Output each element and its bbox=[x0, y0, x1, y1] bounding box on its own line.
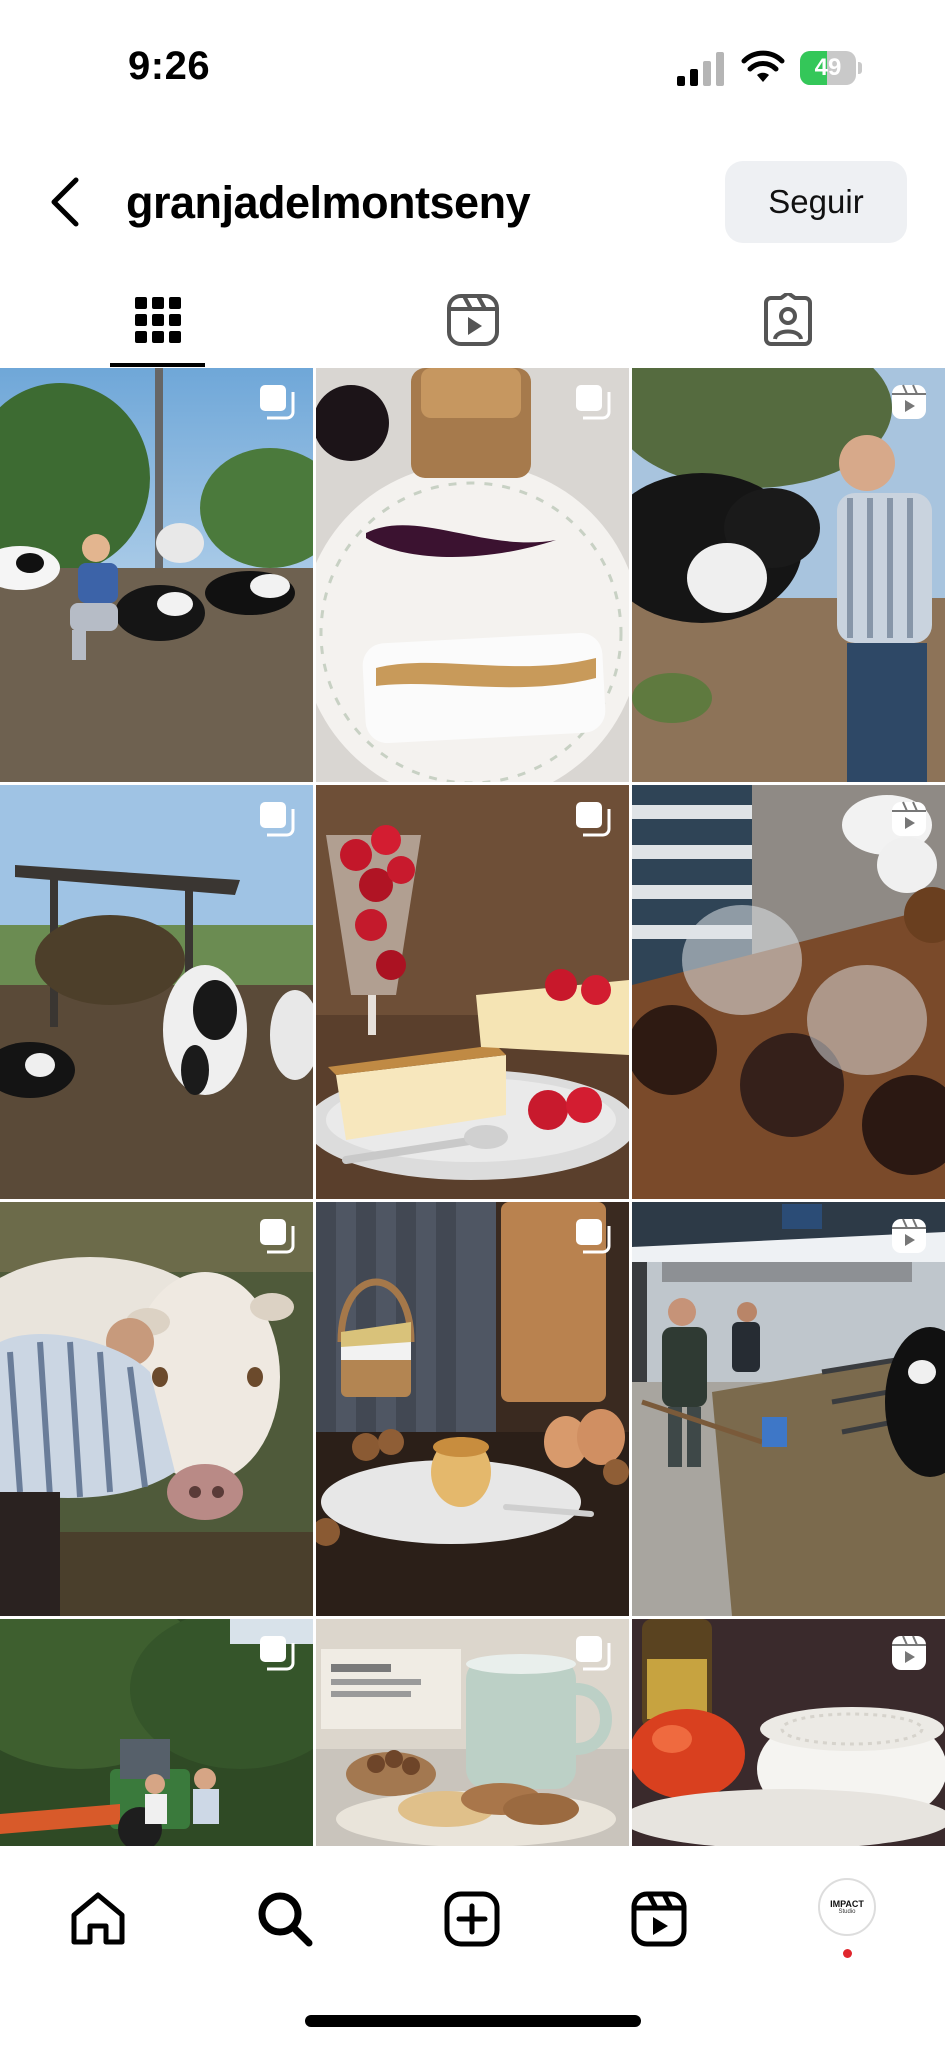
status-bar: 9:26 49 bbox=[0, 0, 945, 140]
post-thumbnail[interactable] bbox=[316, 1202, 629, 1616]
active-tab-indicator bbox=[110, 363, 205, 367]
post-image-barn-feeding bbox=[632, 1202, 945, 1616]
profile-avatar[interactable]: IMPACT Studio bbox=[818, 1878, 876, 1936]
post-image-cheesecake-strawberries bbox=[316, 785, 629, 1199]
post-image-chocolate-desserts bbox=[632, 785, 945, 1199]
multiple-photos-icon bbox=[576, 1219, 611, 1254]
post-thumbnail[interactable] bbox=[0, 1619, 313, 1846]
nav-new-post[interactable] bbox=[427, 1874, 517, 1964]
tab-posts-grid[interactable] bbox=[0, 272, 315, 367]
post-thumbnail[interactable] bbox=[632, 368, 945, 782]
post-thumbnail[interactable] bbox=[632, 1202, 945, 1616]
multiple-photos-icon bbox=[576, 802, 611, 837]
profile-username: granjadelmontseny bbox=[126, 177, 531, 228]
multiple-photos-icon bbox=[260, 1219, 295, 1254]
profile-tabs bbox=[0, 272, 945, 367]
nav-reels[interactable] bbox=[614, 1874, 704, 1964]
reels-icon bbox=[631, 1891, 687, 1947]
battery-icon: 49 bbox=[800, 51, 862, 85]
post-image-man-with-white-cow bbox=[0, 1202, 313, 1616]
nav-search[interactable] bbox=[240, 1874, 330, 1964]
post-image-cow-in-barn bbox=[0, 785, 313, 1199]
post-thumbnail[interactable] bbox=[0, 1202, 313, 1616]
tab-tagged[interactable] bbox=[630, 272, 945, 367]
chevron-left-icon[interactable] bbox=[44, 172, 88, 232]
reels-icon bbox=[892, 1635, 926, 1670]
grid-icon bbox=[134, 296, 181, 343]
post-thumbnail[interactable] bbox=[316, 785, 629, 1199]
multiple-photos-icon bbox=[260, 802, 295, 837]
post-thumbnail[interactable] bbox=[316, 1619, 629, 1846]
multiple-photos-icon bbox=[260, 385, 295, 420]
post-image-man-with-cow bbox=[632, 368, 945, 782]
nav-home[interactable] bbox=[53, 1874, 143, 1964]
search-icon bbox=[258, 1892, 313, 1947]
wifi-icon bbox=[741, 50, 785, 82]
reels-icon bbox=[446, 293, 499, 346]
post-image-cheese-with-jam bbox=[316, 368, 629, 782]
multiple-photos-icon bbox=[576, 385, 611, 420]
post-thumbnail[interactable] bbox=[0, 785, 313, 1199]
post-thumbnail[interactable] bbox=[632, 785, 945, 1199]
tab-reels[interactable] bbox=[315, 272, 630, 367]
home-icon bbox=[71, 1892, 125, 1945]
home-indicator bbox=[305, 2015, 641, 2027]
avatar-brand-subtext: Studio bbox=[838, 1908, 856, 1915]
posts-grid bbox=[0, 368, 945, 1846]
notification-dot bbox=[843, 1949, 852, 1958]
post-image-flan-with-eggs bbox=[316, 1202, 629, 1616]
post-thumbnail[interactable] bbox=[0, 368, 313, 782]
profile-header: granjadelmontseny Seguir bbox=[0, 150, 945, 255]
tagged-icon bbox=[763, 292, 812, 346]
new-post-icon bbox=[444, 1891, 500, 1947]
post-thumbnail[interactable] bbox=[316, 368, 629, 782]
post-thumbnail[interactable] bbox=[632, 1619, 945, 1846]
cellular-signal-icon bbox=[677, 52, 724, 86]
status-time: 9:26 bbox=[128, 44, 211, 88]
post-image-farmer-with-cows bbox=[0, 368, 313, 782]
reels-icon bbox=[892, 384, 926, 419]
battery-percent: 49 bbox=[814, 54, 842, 81]
multiple-photos-icon bbox=[260, 1636, 295, 1671]
follow-button[interactable]: Seguir bbox=[725, 161, 907, 243]
multiple-photos-icon bbox=[576, 1636, 611, 1671]
avatar-brand-text: IMPACT bbox=[830, 1898, 864, 1909]
reels-icon bbox=[892, 1218, 926, 1253]
reels-icon bbox=[892, 801, 926, 836]
